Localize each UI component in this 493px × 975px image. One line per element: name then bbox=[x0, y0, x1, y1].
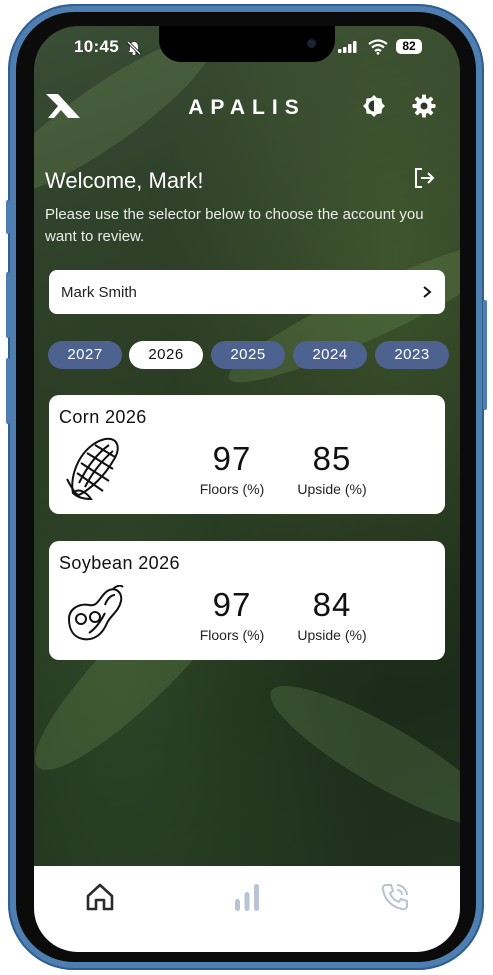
settings-gear-icon[interactable] bbox=[412, 94, 436, 118]
upside-value: 85 bbox=[312, 440, 352, 477]
volume-up-button bbox=[6, 272, 10, 338]
floors-label: Floors (%) bbox=[199, 481, 265, 497]
year-selector: 2027 2026 2025 2024 2023 bbox=[48, 341, 449, 369]
volume-down-button bbox=[6, 358, 10, 424]
status-time: 10:45 bbox=[74, 37, 119, 56]
account-selector[interactable]: Mark Smith bbox=[49, 270, 445, 314]
floors-value: 97 bbox=[212, 440, 252, 477]
card-title: Corn 2026 bbox=[59, 407, 147, 427]
mute-switch bbox=[6, 200, 10, 234]
upside-metric: 85 Upside (%) bbox=[277, 439, 387, 497]
floors-metric: 97 Floors (%) bbox=[177, 585, 287, 643]
wifi-icon bbox=[368, 39, 388, 55]
bell-muted-icon bbox=[126, 40, 142, 56]
year-pill-2027[interactable]: 2027 bbox=[48, 341, 122, 369]
account-selector-value: Mark Smith bbox=[61, 283, 137, 301]
floors-metric: 97 Floors (%) bbox=[177, 439, 287, 497]
app-title: APALIS bbox=[188, 96, 306, 119]
soybean-icon bbox=[67, 585, 124, 641]
upside-label: Upside (%) bbox=[297, 627, 367, 643]
upside-label: Upside (%) bbox=[297, 481, 367, 497]
year-pill-2025[interactable]: 2025 bbox=[211, 341, 285, 369]
welcome-instructions: Please use the selector below to choose … bbox=[45, 206, 424, 245]
floors-value: 97 bbox=[212, 586, 252, 623]
bar-chart-icon[interactable] bbox=[233, 882, 261, 912]
upside-value: 84 bbox=[312, 586, 352, 623]
floors-label: Floors (%) bbox=[199, 627, 265, 643]
bottom-tab-bar bbox=[34, 866, 460, 952]
crop-card-corn[interactable]: Corn 2026 97 Floors (%) 85 Upside (%) bbox=[49, 395, 445, 514]
card-title: Soybean 2026 bbox=[59, 553, 180, 573]
corn-icon bbox=[66, 437, 119, 501]
chevron-right-icon bbox=[423, 286, 432, 298]
power-button bbox=[483, 300, 487, 410]
phone-icon[interactable] bbox=[380, 882, 410, 912]
welcome-heading: Welcome, Mark! bbox=[45, 168, 204, 193]
cellular-signal-icon bbox=[338, 41, 357, 53]
crop-card-soybean[interactable]: Soybean 2026 97 Floors (%) 84 Upside (%) bbox=[49, 541, 445, 660]
theme-toggle-icon[interactable] bbox=[362, 94, 386, 118]
battery-indicator: 82 bbox=[396, 39, 422, 54]
year-pill-2026[interactable]: 2026 bbox=[129, 341, 203, 369]
upside-metric: 84 Upside (%) bbox=[277, 585, 387, 643]
status-bar: 10:45 82 bbox=[34, 36, 460, 58]
home-icon[interactable] bbox=[85, 882, 115, 912]
app-screen: 10:45 82 APALIS Welcome, Mark! Please us… bbox=[34, 26, 460, 952]
year-pill-2024[interactable]: 2024 bbox=[293, 341, 367, 369]
year-pill-2023[interactable]: 2023 bbox=[375, 341, 449, 369]
background-leaf bbox=[256, 665, 460, 847]
logout-icon[interactable] bbox=[412, 166, 436, 190]
